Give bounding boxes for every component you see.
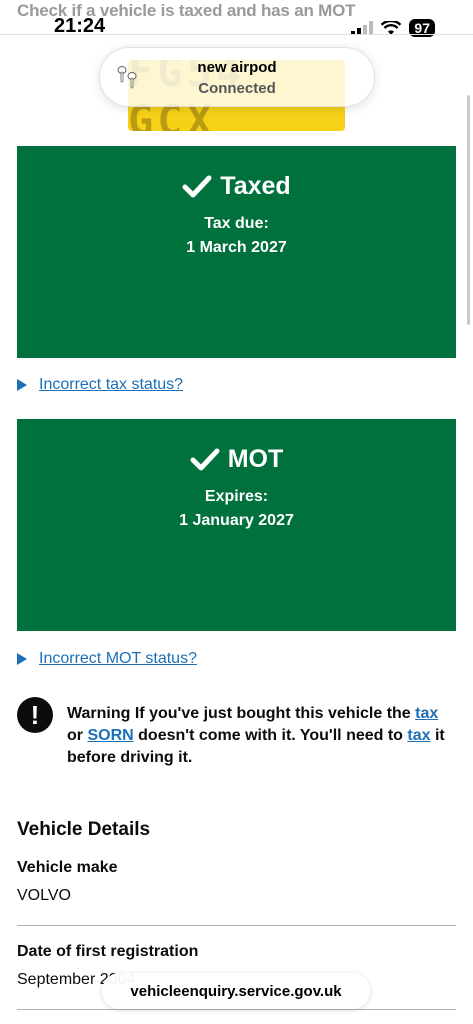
header-divider (0, 34, 473, 35)
warning-text: Warning If you've just bought this vehic… (67, 703, 457, 769)
warning-text-part: doesn't come with it. You'll need to (138, 727, 403, 744)
summary-divider (17, 925, 456, 926)
tax-link[interactable]: tax (415, 705, 438, 722)
incorrect-tax-status-text: Incorrect tax status? (39, 376, 184, 393)
tax-link[interactable]: tax (407, 727, 430, 744)
checkmark-icon (190, 448, 220, 470)
tax-heading: Taxed (17, 172, 456, 201)
tax-due-label: Tax due: (204, 215, 269, 232)
scrollbar[interactable] (467, 95, 470, 325)
incorrect-mot-status-text: Incorrect MOT status? (39, 650, 197, 667)
airpod-device-name: new airpod (197, 59, 277, 76)
mot-expires-label: Expires: (204, 488, 269, 505)
incorrect-mot-status-link[interactable]: Incorrect MOT status? (17, 650, 197, 668)
warning-prefix: Warning (67, 705, 131, 722)
vehicle-make-key: Vehicle make (17, 859, 118, 876)
tax-heading-text: Taxed (220, 172, 291, 200)
incorrect-tax-status-link[interactable]: Incorrect tax status? (17, 376, 183, 394)
tax-status-panel: Taxed Tax due: 1 March 2027 (17, 146, 456, 358)
disclosure-triangle-icon (17, 653, 27, 665)
summary-divider (17, 1009, 456, 1010)
vehicle-details-heading: Vehicle Details (17, 819, 151, 840)
sorn-link[interactable]: SORN (87, 727, 133, 744)
mot-expiry-date: 1 January 2027 (179, 512, 294, 529)
checkmark-icon (182, 175, 212, 197)
disclosure-triangle-icon (17, 379, 27, 391)
warning-text-part: or (67, 727, 83, 744)
first-registration-key: Date of first registration (17, 943, 199, 960)
mot-heading-text: MOT (227, 445, 284, 473)
warning-text-part: If you've just bought this vehicle the (134, 705, 411, 722)
mot-heading: MOT (17, 445, 456, 474)
vehicle-make-value: VOLVO (17, 887, 71, 904)
warning-icon: ! (17, 697, 53, 733)
browser-address-bar[interactable]: vehicleenquiry.service.gov.uk (102, 973, 370, 1009)
mot-status-panel: MOT Expires: 1 January 2027 (17, 419, 456, 631)
airpod-connection-status: Connected (198, 80, 276, 97)
cellular-signal-icon (351, 21, 374, 35)
airpod-notification[interactable]: new airpod Connected (99, 47, 375, 107)
tax-due-date: 1 March 2027 (186, 239, 287, 256)
